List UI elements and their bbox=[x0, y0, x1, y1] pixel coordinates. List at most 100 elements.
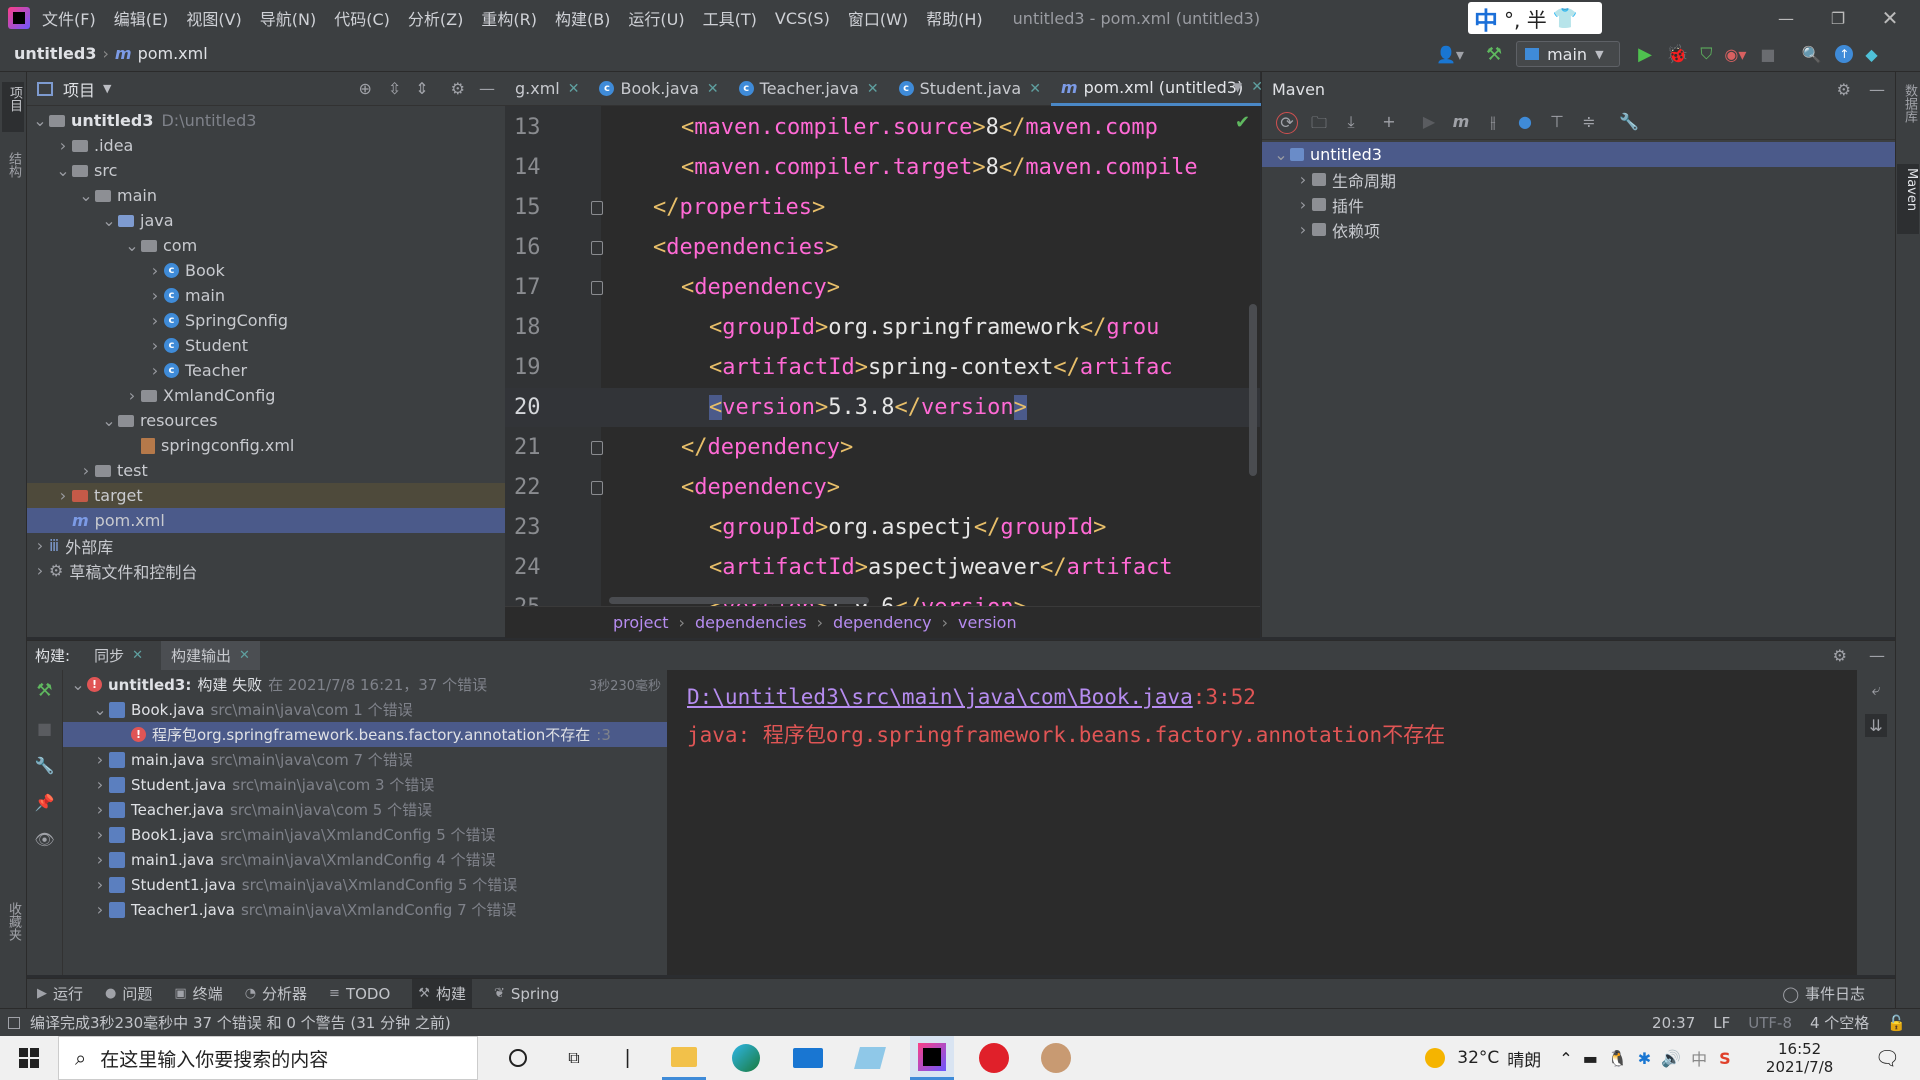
update-icon[interactable]: ↑ bbox=[1835, 45, 1854, 63]
event-log-button[interactable]: ◯ 事件日志 bbox=[1782, 983, 1865, 1004]
menu-item[interactable]: 帮助(H) bbox=[926, 6, 983, 30]
scroll-to-end-icon[interactable]: ⇊ bbox=[1865, 714, 1887, 737]
build-tree-item[interactable]: ⌄! untitled3: 构建 失败在 2021/7/8 16:21，37 个错误… bbox=[63, 672, 667, 697]
chevron-right-icon[interactable]: › bbox=[123, 386, 141, 405]
tool-window-button[interactable]: ≡ TODO bbox=[329, 985, 390, 1003]
chevron-right-icon[interactable]: › bbox=[91, 800, 109, 819]
menu-item[interactable]: 工具(T) bbox=[703, 6, 757, 30]
volume-icon[interactable]: 🔊 bbox=[1661, 1049, 1681, 1068]
taskbar-search[interactable]: ⌕ 在这里输入你要搜索的内容 bbox=[58, 1036, 478, 1080]
project-tree-item[interactable]: ⌄ resources bbox=[27, 408, 505, 433]
plugin-icon[interactable]: ◆ bbox=[1865, 45, 1877, 64]
menu-item[interactable]: 构建(B) bbox=[555, 6, 610, 30]
chevron-right-icon[interactable]: › bbox=[31, 536, 49, 555]
chevron-down-icon[interactable]: ▼ bbox=[103, 82, 111, 95]
breadcrumb-item[interactable]: version bbox=[958, 613, 1017, 632]
execute-goal-icon[interactable]: m bbox=[1450, 112, 1472, 134]
tool-window-button[interactable]: ◔ 分析器 bbox=[245, 983, 307, 1004]
menu-item[interactable]: 视图(V) bbox=[186, 6, 241, 30]
build-tab[interactable]: 同步 ✕ bbox=[84, 641, 153, 671]
chevron-right-icon[interactable]: › bbox=[31, 561, 49, 580]
soft-wrap-icon[interactable]: ⤶ bbox=[1872, 680, 1881, 700]
chevron-right-icon[interactable]: › bbox=[146, 336, 164, 355]
run-icon[interactable]: ▶ bbox=[1638, 44, 1652, 65]
breadcrumb-item[interactable]: dependencies bbox=[695, 613, 807, 632]
project-tool-button[interactable]: 项目 bbox=[2, 82, 24, 132]
mail-icon[interactable] bbox=[786, 1036, 830, 1080]
build-hammer-icon[interactable]: ⚒ bbox=[36, 680, 52, 701]
minimize-icon[interactable]: — bbox=[1760, 9, 1812, 28]
menu-item[interactable]: 导航(N) bbox=[260, 6, 316, 30]
code-editor[interactable]: 13 <maven.compiler.source>8</maven.comp 14… bbox=[505, 106, 1260, 606]
run-config-select[interactable]: main ▼ bbox=[1516, 41, 1621, 67]
chevron-down-icon[interactable]: ⌄ bbox=[69, 675, 87, 694]
chevron-down-icon[interactable]: ⌄ bbox=[54, 161, 72, 180]
chevron-down-icon[interactable]: ⌄ bbox=[31, 111, 49, 130]
ime-indicator[interactable]: 中 °, 半 👕 bbox=[1468, 2, 1602, 35]
chevron-right-icon[interactable]: › bbox=[1294, 220, 1312, 239]
editor-tab[interactable]: c Book.java ✕ bbox=[589, 72, 728, 106]
close-tab-icon[interactable]: ✕ bbox=[132, 648, 143, 663]
gear-icon[interactable]: ⚙ bbox=[1837, 80, 1851, 99]
reload-icon[interactable]: ⟳ bbox=[1276, 111, 1298, 134]
project-tree-item[interactable]: › c Teacher bbox=[27, 358, 505, 383]
close-tab-icon[interactable]: ✕ bbox=[707, 81, 719, 97]
build-tree-item[interactable]: ! 程序包org.springframework.beans.factory.an… bbox=[63, 722, 667, 747]
project-tree-item[interactable]: › c Book bbox=[27, 258, 505, 283]
qq-icon[interactable]: 🐧 bbox=[1608, 1049, 1628, 1068]
chevron-right-icon[interactable]: › bbox=[54, 136, 72, 155]
sogou-icon[interactable]: S bbox=[1719, 1049, 1731, 1068]
build-tree-item[interactable]: › Teacher.java src\main\java\com 5 个错误 bbox=[63, 797, 667, 822]
taskbar-app-bar-icon[interactable]: ▕ bbox=[600, 1036, 644, 1080]
project-tree-item[interactable]: › c SpringConfig bbox=[27, 308, 505, 333]
collapse-icon[interactable]: ≑ bbox=[1578, 112, 1600, 134]
chevron-right-icon[interactable]: › bbox=[146, 361, 164, 380]
chevron-right-icon[interactable]: › bbox=[1294, 195, 1312, 214]
show-deps-icon[interactable]: ⊤ bbox=[1546, 112, 1568, 134]
editor-tab[interactable]: c Teacher.java ✕ bbox=[729, 72, 889, 106]
inspection-ok-icon[interactable]: ✔ bbox=[1235, 112, 1250, 133]
build-tree-item[interactable]: › Book1.java src\main\java\XmlandConfig 5 … bbox=[63, 822, 667, 847]
stop-icon[interactable]: ■ bbox=[1760, 45, 1775, 64]
maven-tree-item[interactable]: › 生命周期 bbox=[1262, 167, 1895, 192]
debug-icon[interactable]: 🐞 bbox=[1666, 44, 1688, 65]
chevron-down-icon[interactable]: ⌄ bbox=[77, 186, 95, 205]
cortana-icon[interactable] bbox=[496, 1036, 540, 1080]
maven-tree-item[interactable]: › 依赖项 bbox=[1262, 217, 1895, 242]
profile-icon[interactable]: ◉▾ bbox=[1724, 45, 1746, 64]
build-tree-item[interactable]: › Student.java src\main\java\com 3 个错误 bbox=[63, 772, 667, 797]
status-message[interactable]: 编译完成3秒230毫秒中 37 个错误 和 0 个警告 (31 分钟 之前) bbox=[30, 1012, 451, 1033]
search-icon[interactable]: 🔍 bbox=[1802, 45, 1822, 64]
build-hammer-icon[interactable]: ⚒ bbox=[1486, 44, 1502, 65]
tool-window-button[interactable]: ❦ Spring bbox=[494, 985, 559, 1003]
project-tree-item[interactable]: › c Student bbox=[27, 333, 505, 358]
gear-icon[interactable]: ⚙ bbox=[451, 79, 465, 98]
restore-icon[interactable]: ❐ bbox=[1812, 9, 1864, 28]
editor-scrollbar[interactable] bbox=[1249, 304, 1257, 476]
indent-setting[interactable]: 4 个空格 bbox=[1810, 1012, 1869, 1033]
caret-position[interactable]: 20:37 bbox=[1652, 1014, 1695, 1032]
avatar-app-icon[interactable] bbox=[1034, 1036, 1078, 1080]
build-tab[interactable]: 构建输出 ✕ bbox=[160, 640, 260, 671]
chevron-right-icon[interactable]: › bbox=[146, 286, 164, 305]
project-tree-item[interactable]: › ⚙ 草稿文件和控制台 bbox=[27, 558, 505, 583]
build-tree-item[interactable]: › main1.java src\main\java\XmlandConfig 4 … bbox=[63, 847, 667, 872]
tool-window-button[interactable]: ● 问题 bbox=[105, 983, 152, 1004]
hide-icon[interactable]: — bbox=[1869, 80, 1885, 99]
edge-icon[interactable] bbox=[724, 1036, 768, 1080]
chevron-right-icon[interactable]: › bbox=[146, 261, 164, 280]
menu-item[interactable]: 文件(F) bbox=[42, 6, 96, 30]
chevron-right-icon[interactable]: › bbox=[91, 850, 109, 869]
gear-icon[interactable]: ⚙ bbox=[1833, 646, 1847, 665]
eye-icon[interactable]: 👁 bbox=[34, 830, 54, 849]
collapse-all-icon[interactable]: ⇕ bbox=[415, 79, 428, 98]
editor-tab[interactable]: g.xml ✕ bbox=[505, 72, 589, 106]
project-tree-item[interactable]: springconfig.xml bbox=[27, 433, 505, 458]
expand-all-icon[interactable]: ⇳ bbox=[388, 79, 401, 98]
tray-ime[interactable]: 中 bbox=[1691, 1046, 1707, 1070]
locate-icon[interactable]: ⊕ bbox=[358, 79, 371, 98]
database-tool-button[interactable]: 数据库 bbox=[1900, 84, 1919, 123]
close-tab-icon[interactable]: ✕ bbox=[1029, 81, 1041, 97]
hide-icon[interactable]: — bbox=[1869, 646, 1885, 665]
chevron-down-icon[interactable]: ⌄ bbox=[100, 411, 118, 430]
